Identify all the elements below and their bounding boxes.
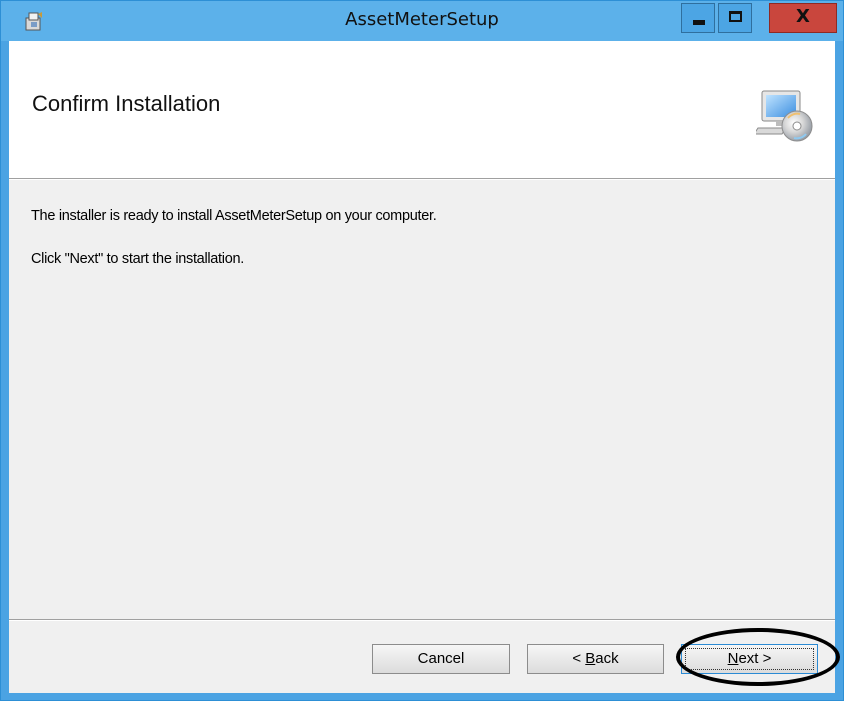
minimize-icon (693, 20, 705, 25)
back-button-prefix: < (572, 650, 586, 667)
window-title: AssetMeterSetup (345, 9, 499, 30)
instruction-message: Click "Next" to start the installation. (31, 251, 244, 267)
next-button[interactable]: Next > (681, 644, 818, 674)
banner-separator (9, 179, 835, 180)
close-button[interactable]: X (769, 3, 837, 33)
dialog-client-area: Confirm Installation The installer is re… (9, 41, 840, 693)
computer-with-disc-icon (756, 90, 813, 142)
footer-separator (9, 619, 835, 621)
back-button-mnemonic: B (585, 650, 596, 667)
maximize-icon (729, 11, 742, 22)
back-button[interactable]: < Back (527, 644, 664, 674)
page-title: Confirm Installation (32, 91, 221, 116)
back-button-rest: ack (595, 650, 619, 667)
title-bar[interactable]: AssetMeterSetup X (1, 1, 843, 41)
close-icon: X (796, 6, 810, 27)
ready-message: The installer is ready to install AssetM… (31, 208, 437, 224)
header-banner: Confirm Installation (9, 41, 835, 179)
cancel-button-label: Cancel (417, 650, 465, 667)
next-focus-rect (685, 648, 814, 670)
maximize-button[interactable] (718, 3, 752, 33)
cancel-button[interactable]: Cancel (372, 644, 510, 674)
installer-window: AssetMeterSetup X Confirm Installation T… (0, 0, 844, 701)
minimize-button[interactable] (681, 3, 715, 33)
